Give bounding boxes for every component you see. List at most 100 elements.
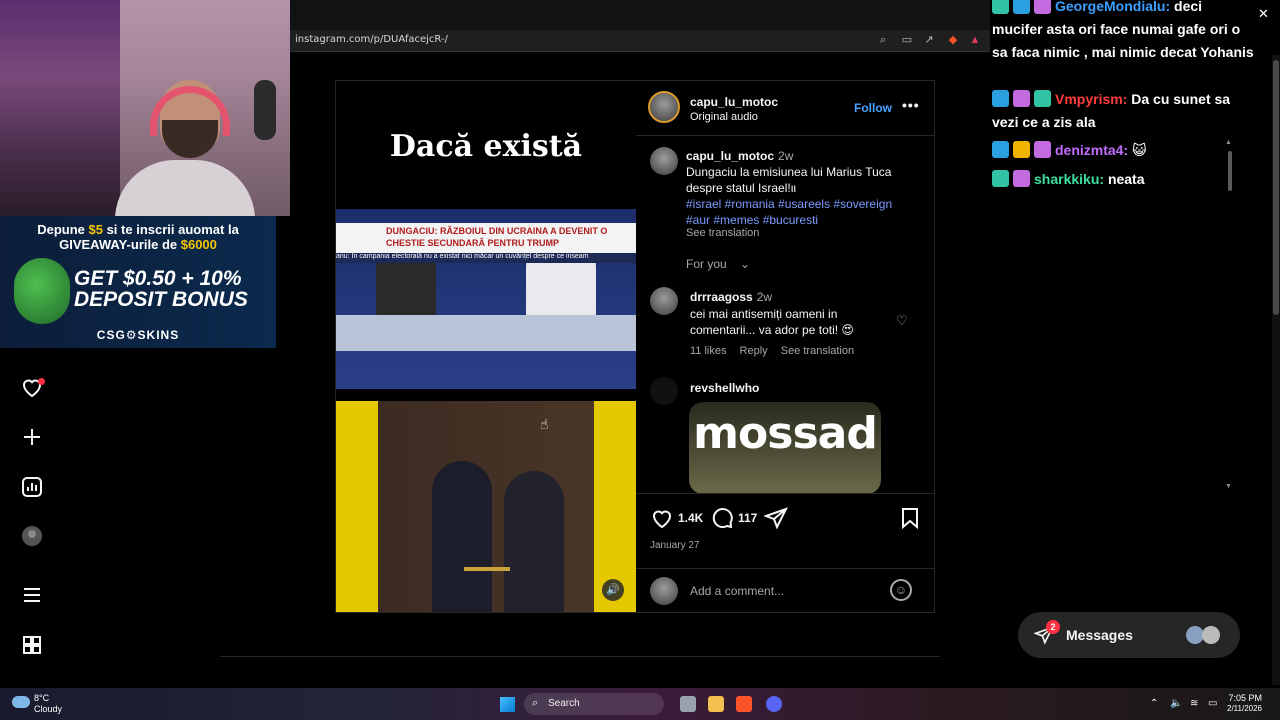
taskbar-search[interactable]: ⌕ Search bbox=[524, 693, 664, 715]
divider bbox=[220, 656, 940, 657]
sponsor-banner[interactable]: Depune $5 si te inscrii auomat la GIVEAW… bbox=[0, 216, 276, 348]
chat-badge-icon bbox=[992, 0, 1009, 14]
menu-hamburger-icon[interactable] bbox=[20, 583, 44, 607]
brave-browser-icon[interactable] bbox=[736, 696, 752, 712]
chat-text: neata bbox=[1107, 171, 1145, 187]
comment-bubble-icon[interactable] bbox=[710, 506, 734, 530]
comment-username[interactable]: revshellwho bbox=[690, 381, 759, 395]
weather-temp[interactable]: 8°C bbox=[34, 693, 49, 703]
author-avatar[interactable] bbox=[648, 91, 680, 123]
audio-label[interactable]: Original audio bbox=[690, 111, 758, 123]
ad-brand: CSG⚙SKINS bbox=[96, 328, 180, 342]
discord-icon[interactable] bbox=[766, 696, 782, 712]
photo-frame bbox=[336, 401, 636, 612]
more-options-icon[interactable]: ••• bbox=[902, 97, 920, 113]
current-user-avatar bbox=[650, 577, 678, 605]
clock-date[interactable]: 2/11/2026 bbox=[1222, 704, 1262, 713]
apps-grid-icon[interactable] bbox=[20, 633, 44, 657]
comment-input[interactable] bbox=[690, 581, 880, 601]
cloud-icon[interactable] bbox=[12, 696, 30, 708]
caption-avatar[interactable] bbox=[650, 147, 678, 175]
comment-like-heart-icon[interactable]: ♡ bbox=[896, 313, 908, 329]
hand-cursor-icon: ☝ bbox=[540, 416, 549, 432]
share-paper-plane-icon[interactable] bbox=[763, 506, 788, 530]
chat-badge-icon bbox=[992, 170, 1009, 187]
save-bookmark-icon[interactable] bbox=[898, 506, 922, 530]
chat-badge-icon bbox=[1013, 170, 1030, 187]
post-date: January 27 bbox=[650, 540, 700, 551]
avatar bbox=[1202, 626, 1220, 644]
post-modal: Dacă există DUNGACIU: RĂZBOIUL DIN UCRAI… bbox=[335, 80, 1232, 613]
brave-shield-icon[interactable]: ◆ bbox=[946, 33, 960, 47]
author-username[interactable]: capu_lu_motoc bbox=[690, 95, 778, 109]
messages-button[interactable]: 2 Messages bbox=[1018, 612, 1240, 658]
dashboard-icon[interactable] bbox=[20, 475, 44, 499]
zoom-icon[interactable]: ⌕ bbox=[876, 33, 890, 47]
create-plus-icon[interactable] bbox=[20, 425, 44, 449]
profile-avatar-icon[interactable] bbox=[20, 524, 44, 548]
chat-text: 😺 bbox=[1132, 142, 1147, 158]
scroll-down-arrow-icon[interactable]: ▼ bbox=[1225, 483, 1232, 490]
stream-chat-overlay: GeorgeMondialu: deci mucifer asta ori fa… bbox=[992, 0, 1280, 200]
chat-badge-icon bbox=[992, 90, 1009, 107]
search-icon: ⌕ bbox=[532, 697, 539, 709]
follow-button[interactable]: Follow bbox=[854, 101, 892, 115]
like-heart-icon[interactable] bbox=[650, 506, 674, 530]
comment-avatar[interactable] bbox=[650, 377, 678, 405]
clock-time[interactable]: 7:05 PM bbox=[1222, 693, 1262, 703]
caption-username[interactable]: capu_lu_motoc 2w bbox=[686, 149, 793, 163]
wifi-icon[interactable]: ≋ bbox=[1190, 698, 1198, 709]
battery-icon[interactable]: ▭ bbox=[1208, 698, 1217, 709]
weather-condition[interactable]: Cloudy bbox=[34, 704, 62, 714]
ad-bonus-text: GET $0.50 + 10% DEPOSIT BONUS bbox=[74, 267, 248, 311]
caption-see-translation[interactable]: See translation bbox=[686, 227, 759, 239]
webcam-overlay bbox=[0, 0, 290, 216]
chat-username: Vmpyrism: bbox=[1055, 91, 1128, 107]
chat-username: GeorgeMondialu: bbox=[1055, 0, 1171, 14]
post-video[interactable]: Dacă există DUNGACIU: RĂZBOIUL DIN UCRAI… bbox=[336, 81, 636, 612]
comment-username[interactable]: drrraagoss 2w bbox=[690, 290, 772, 304]
close-icon[interactable]: ✕ bbox=[1258, 6, 1269, 22]
comment-see-translation[interactable]: See translation bbox=[781, 345, 854, 357]
chat-message: Vmpyrism: Da cu sunet sa vezi ce a zis a… bbox=[992, 88, 1254, 134]
volume-icon[interactable]: 🔈 bbox=[1170, 698, 1182, 709]
chat-message: sharkkiku: neata bbox=[992, 168, 1254, 191]
chat-badge-icon bbox=[1013, 0, 1030, 14]
video-caption: Dacă există bbox=[389, 129, 583, 164]
reply-button[interactable]: Reply bbox=[740, 345, 768, 357]
chat-username: sharkkiku: bbox=[1034, 171, 1105, 187]
add-comment-bar: ☺ bbox=[636, 568, 934, 612]
address-bar[interactable]: instagram.com/p/DUAfacejcR-/ ⌕ ▭ ↗ ◆ ▲ bbox=[290, 30, 990, 52]
share-icon[interactable]: ↗ bbox=[922, 33, 936, 47]
chat-message: GeorgeMondialu: deci mucifer asta ori fa… bbox=[992, 0, 1254, 64]
comment-image-text: mossad bbox=[693, 408, 878, 459]
comment-avatar[interactable] bbox=[650, 287, 678, 315]
mascot-image bbox=[14, 258, 70, 324]
likes-count[interactable]: 1.4K bbox=[678, 511, 703, 525]
cast-icon[interactable]: ▭ bbox=[900, 33, 914, 47]
chat-badge-icon bbox=[1034, 90, 1051, 107]
chat-badge-icon bbox=[1034, 0, 1051, 14]
audio-toggle-icon[interactable]: 🔊 bbox=[602, 579, 624, 601]
messages-count-badge: 2 bbox=[1046, 620, 1060, 634]
rewards-icon[interactable]: ▲ bbox=[968, 33, 982, 47]
emoji-icon[interactable]: ☺ bbox=[890, 579, 912, 601]
start-windows-icon[interactable] bbox=[500, 697, 515, 712]
comment-image[interactable]: mossad bbox=[689, 402, 881, 493]
caption-hashtags[interactable]: #israel #romania #usareels #sovereign #a… bbox=[686, 197, 892, 227]
page-scrollbar-thumb[interactable] bbox=[1273, 60, 1279, 315]
chat-message: denizmta4: 😺 bbox=[992, 139, 1254, 162]
tv-ticker: anu: În campania electorală nu a existat… bbox=[336, 253, 636, 263]
post-side-panel: capu_lu_motoc Original audio Follow ••• … bbox=[636, 81, 1232, 612]
for-you-dropdown[interactable]: For you ⌄ bbox=[686, 257, 750, 271]
file-explorer-icon[interactable] bbox=[708, 696, 724, 712]
url-text[interactable]: instagram.com/p/DUAfacejcR-/ bbox=[295, 34, 448, 45]
comments-count[interactable]: 117 bbox=[738, 511, 757, 525]
comments-list[interactable]: capu_lu_motoc 2w Dungaciu la emisiunea lu… bbox=[636, 137, 928, 493]
chat-badge-icon bbox=[992, 141, 1009, 158]
tv-headline: DUNGACIU: RĂZBOIUL DIN UCRAINA A DEVENIT… bbox=[386, 226, 608, 248]
task-view-icon[interactable] bbox=[680, 696, 696, 712]
comment-likes[interactable]: 11 likes bbox=[690, 345, 726, 357]
chat-badge-icon bbox=[1013, 90, 1030, 107]
tray-chevron-icon[interactable]: ⌃ bbox=[1150, 698, 1158, 709]
